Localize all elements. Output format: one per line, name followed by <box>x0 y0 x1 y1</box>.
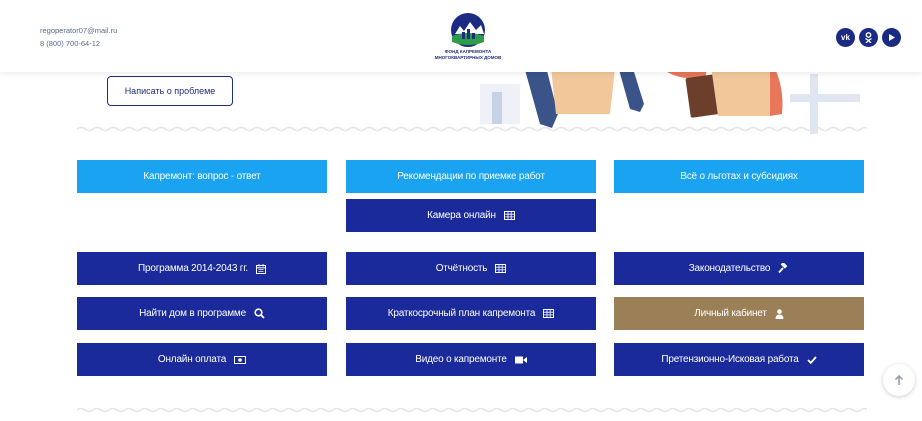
recommendations-button[interactable]: Рекомендации по приемке работ <box>346 160 596 193</box>
vk-glyph: vk <box>841 33 850 42</box>
benefits-button[interactable]: Всё о льготах и субсидиях <box>614 160 864 193</box>
program-button[interactable]: Программа 2014-2043 гг. <box>77 252 327 285</box>
reports-button[interactable]: Отчётность <box>346 252 596 285</box>
arrow-up-icon <box>894 374 904 385</box>
logo-caption: ФОНД КАПРЕМОНТА МНОГОКВАРТИРНЫХ ДОМОВ <box>434 49 502 60</box>
gavel-icon <box>778 263 789 274</box>
legislation-button[interactable]: Законодательство <box>614 252 864 285</box>
video-label: Видео о капремонте <box>415 354 507 365</box>
short-plan-button[interactable]: Краткосрочный план капремонта <box>346 297 596 330</box>
youtube-icon[interactable] <box>882 28 901 47</box>
short-plan-label: Краткосрочный план капремонта <box>387 308 536 319</box>
table-icon <box>495 264 507 273</box>
money-icon <box>234 355 247 364</box>
search-icon <box>254 308 265 319</box>
legislation-label: Законодательство <box>688 263 771 274</box>
faq-button[interactable]: Капремонт: вопрос - ответ <box>77 160 327 193</box>
faq-label: Капремонт: вопрос - ответ <box>143 171 261 182</box>
camera-online-button[interactable]: Камера онлайн <box>346 199 596 232</box>
hero-illustration <box>440 64 870 134</box>
user-icon <box>775 308 784 319</box>
benefits-label: Всё о льготах и субсидиях <box>680 171 798 182</box>
video-camera-icon <box>514 356 527 364</box>
logo-mark-icon <box>451 13 485 47</box>
reports-label: Отчётность <box>435 263 488 274</box>
personal-cabinet-label: Личный кабинет <box>694 308 767 319</box>
calendar-icon <box>256 263 267 274</box>
claims-button[interactable]: Претензионно-Исковая работа <box>614 343 864 376</box>
check-icon <box>806 355 817 364</box>
site-logo[interactable]: ФОНД КАПРЕМОНТА МНОГОКВАРТИРНЫХ ДОМОВ <box>418 12 518 62</box>
odnoklassniki-glyph <box>865 32 872 43</box>
table-icon <box>503 211 515 220</box>
table-icon <box>543 309 555 318</box>
online-payment-label: Онлайн оплата <box>157 354 227 365</box>
online-payment-button[interactable]: Онлайн оплата <box>77 343 327 376</box>
vk-icon[interactable]: vk <box>836 28 855 47</box>
email-link[interactable]: regoperator07@mail.ru <box>40 24 117 37</box>
personal-cabinet-button[interactable]: Личный кабинет <box>614 297 864 330</box>
find-house-button[interactable]: Найти дом в программе <box>77 297 327 330</box>
youtube-glyph <box>889 34 895 41</box>
video-button[interactable]: Видео о капремонте <box>346 343 596 376</box>
program-label: Программа 2014-2043 гг. <box>137 263 249 274</box>
divider-top <box>77 126 867 132</box>
divider-bottom <box>77 407 867 413</box>
workers-illustration <box>480 64 860 134</box>
site-header: regoperator07@mail.ru 8 (800) 700-64-12 … <box>0 0 922 72</box>
odnoklassniki-icon[interactable] <box>859 28 878 47</box>
camera-online-label: Камера онлайн <box>427 210 496 221</box>
phone-link[interactable]: 8 (800) 700-64-12 <box>40 37 117 50</box>
contacts: regoperator07@mail.ru 8 (800) 700-64-12 <box>40 24 117 50</box>
recommendations-label: Рекомендации по приемке работ <box>397 171 545 182</box>
report-problem-button[interactable]: Написать о проблеме <box>107 76 233 106</box>
claims-label: Претензионно-Исковая работа <box>661 354 799 365</box>
find-house-label: Найти дом в программе <box>139 308 246 319</box>
scroll-to-top-button[interactable] <box>883 364 915 396</box>
